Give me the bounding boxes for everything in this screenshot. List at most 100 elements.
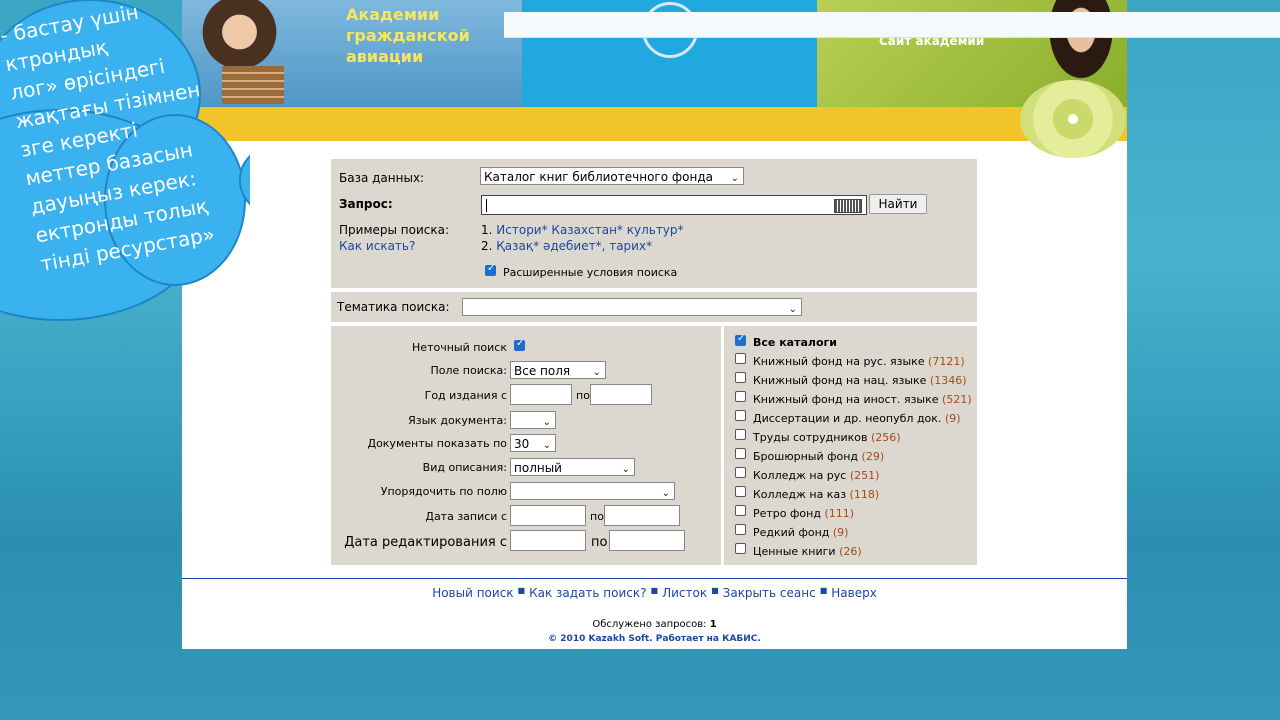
theme-panel: Тематика поиска: ⌄ [331, 292, 977, 322]
advanced-label: Расширенные условия поиска [503, 266, 678, 279]
rec-date-label: Дата записи с [425, 510, 507, 523]
catalog-label: Редкий фонд (9) [753, 526, 849, 539]
catalog-label: Книжный фонд на рус. языке (7121) [753, 355, 965, 368]
field-select[interactable]: Все поля ⌄ [510, 361, 606, 379]
chevron-down-icon: ⌄ [621, 464, 630, 475]
how-to-search-link[interactable]: Как задать поиск? [529, 586, 646, 600]
db-select[interactable]: Каталог книг библиотечного фонда ⌄ [480, 167, 744, 185]
chevron-down-icon: ⌄ [730, 173, 739, 184]
new-search-link[interactable]: Новый поиск [432, 586, 513, 600]
view-select[interactable]: полный ⌄ [510, 458, 635, 476]
cloud-text: - бастау үшін ктрондық лог» өрісіндегі ж… [0, 0, 250, 279]
catalog-count: (111) [824, 507, 855, 520]
catalog-item[interactable]: Колледж на каз (118) [724, 486, 977, 505]
catalogs-panel: Все каталоги Книжный фонд на рус. языке … [724, 326, 977, 565]
chevron-down-icon: ⌄ [542, 440, 551, 451]
catalog-count: (256) [870, 431, 901, 444]
rec-date-from-input[interactable] [510, 505, 586, 526]
catalog-item[interactable]: Редкий фонд (9) [724, 524, 977, 543]
fuzzy-label: Неточный поиск [412, 341, 507, 354]
yellow-stripe [182, 107, 1127, 141]
how-to-search-help-link[interactable]: Как искать? [339, 239, 415, 253]
all-catalogs-checkbox[interactable] [735, 333, 746, 346]
academy-title: Академии гражданской авиации [346, 4, 470, 67]
catalog-checkbox[interactable] [735, 353, 746, 364]
example-2-link[interactable]: Қазақ* әдебиет*, тарих* [496, 239, 652, 253]
catalog-label: Ретро фонд (111) [753, 507, 855, 520]
example-1-num: 1. [481, 223, 493, 237]
year-to-input[interactable] [590, 384, 652, 405]
chevron-down-icon: ⌄ [542, 417, 551, 428]
query-label: Запрос: [339, 197, 393, 211]
served-counter: Обслужено запросов: 1 [182, 619, 1127, 630]
catalog-item[interactable]: Книжный фонд на нац. языке (1346) [724, 372, 977, 391]
catalog-checkbox[interactable] [735, 410, 746, 421]
close-session-link[interactable]: Закрыть сеанс [723, 586, 816, 600]
catalog-checkbox[interactable] [735, 391, 746, 402]
fuzzy-checkbox[interactable] [514, 338, 525, 351]
catalog-checkbox[interactable] [735, 372, 746, 383]
catalog-checkbox[interactable] [735, 486, 746, 497]
docs-label: Документы показать по [367, 437, 507, 450]
edit-date-label: Дата редактирования с [344, 535, 507, 550]
catalog-count: (251) [849, 469, 880, 482]
catalog-checkbox[interactable] [735, 429, 746, 440]
lang-select[interactable]: ⌄ [510, 411, 556, 429]
separator: ■ [711, 586, 719, 595]
field-select-value: Все поля [514, 364, 571, 378]
catalog-count: (521) [942, 393, 972, 406]
year-from-input[interactable] [510, 384, 572, 405]
query-input[interactable] [481, 195, 867, 215]
docs-select[interactable]: 30 ⌄ [510, 434, 556, 452]
year-to-label: по [576, 389, 590, 402]
to-top-link[interactable]: Наверх [831, 586, 877, 600]
example-2-num: 2. [481, 239, 493, 253]
catalog-item[interactable]: Труды сотрудников (256) [724, 429, 977, 448]
catalog-checkbox[interactable] [735, 448, 746, 459]
catalog-item[interactable]: Ретро фонд (111) [724, 505, 977, 524]
catalog-checkbox[interactable] [735, 467, 746, 478]
all-catalogs-label: Все каталоги [753, 336, 837, 349]
sheet-link[interactable]: Листок [662, 586, 707, 600]
catalog-item[interactable]: Колледж на рус (251) [724, 467, 977, 486]
theme-select[interactable]: ⌄ [462, 298, 802, 316]
catalog-count: (9) [944, 412, 961, 425]
separator: ■ [517, 586, 526, 595]
separator: ■ [819, 586, 828, 595]
catalog-item[interactable]: Брошюрный фонд (29) [724, 448, 977, 467]
rec-date-to-label: по [590, 510, 604, 523]
edit-date-to-label: по [591, 535, 608, 550]
field-label: Поле поиска: [430, 364, 507, 377]
lang-label: Язык документа: [408, 414, 507, 427]
query-panel: База данных: Каталог книг библиотечного … [331, 159, 977, 288]
virtual-keyboard-icon[interactable] [834, 199, 862, 213]
catalog-count: (9) [832, 526, 849, 539]
catalog-count: (29) [861, 450, 885, 463]
catalog-checkbox[interactable] [735, 543, 746, 554]
catalog-checkbox[interactable] [735, 524, 746, 535]
catalog-label: Диссертации и др. неопубл док. (9) [753, 412, 961, 425]
catalog-item[interactable]: Диссертации и др. неопубл док. (9) [724, 410, 977, 429]
sort-select[interactable]: ⌄ [510, 482, 675, 500]
view-label: Вид описания: [422, 461, 507, 474]
edit-date-to-input[interactable] [609, 530, 685, 551]
year-label: Год издания с [424, 389, 507, 402]
docs-select-value: 30 [514, 437, 530, 451]
example-1-link[interactable]: Истори* Казахстан* культур* [496, 223, 683, 237]
catalog-item[interactable]: Ценные книги (26) [724, 543, 977, 562]
catalog-count: (26) [839, 545, 862, 558]
find-button[interactable]: Найти [869, 194, 927, 214]
rec-date-to-input[interactable] [604, 505, 680, 526]
catalog-count: (1346) [929, 374, 967, 387]
advanced-checkbox[interactable] [485, 263, 496, 276]
edit-date-from-input[interactable] [510, 530, 586, 551]
sort-label: Упорядочить по полю [380, 485, 507, 498]
catalog-item[interactable]: Книжный фонд на рус. языке (7121) [724, 353, 977, 372]
catalog-checkbox[interactable] [735, 505, 746, 516]
catalog-label: Колледж на рус (251) [753, 469, 880, 482]
catalog-label: Книжный фонд на нац. языке (1346) [753, 374, 967, 387]
example-2: 2. Қазақ* әдебиет*, тарих* [481, 239, 652, 253]
catalog-item[interactable]: Книжный фонд на иност. языке (521) [724, 391, 977, 410]
footer-divider [182, 578, 1127, 579]
examples-label: Примеры поиска: [339, 223, 450, 237]
